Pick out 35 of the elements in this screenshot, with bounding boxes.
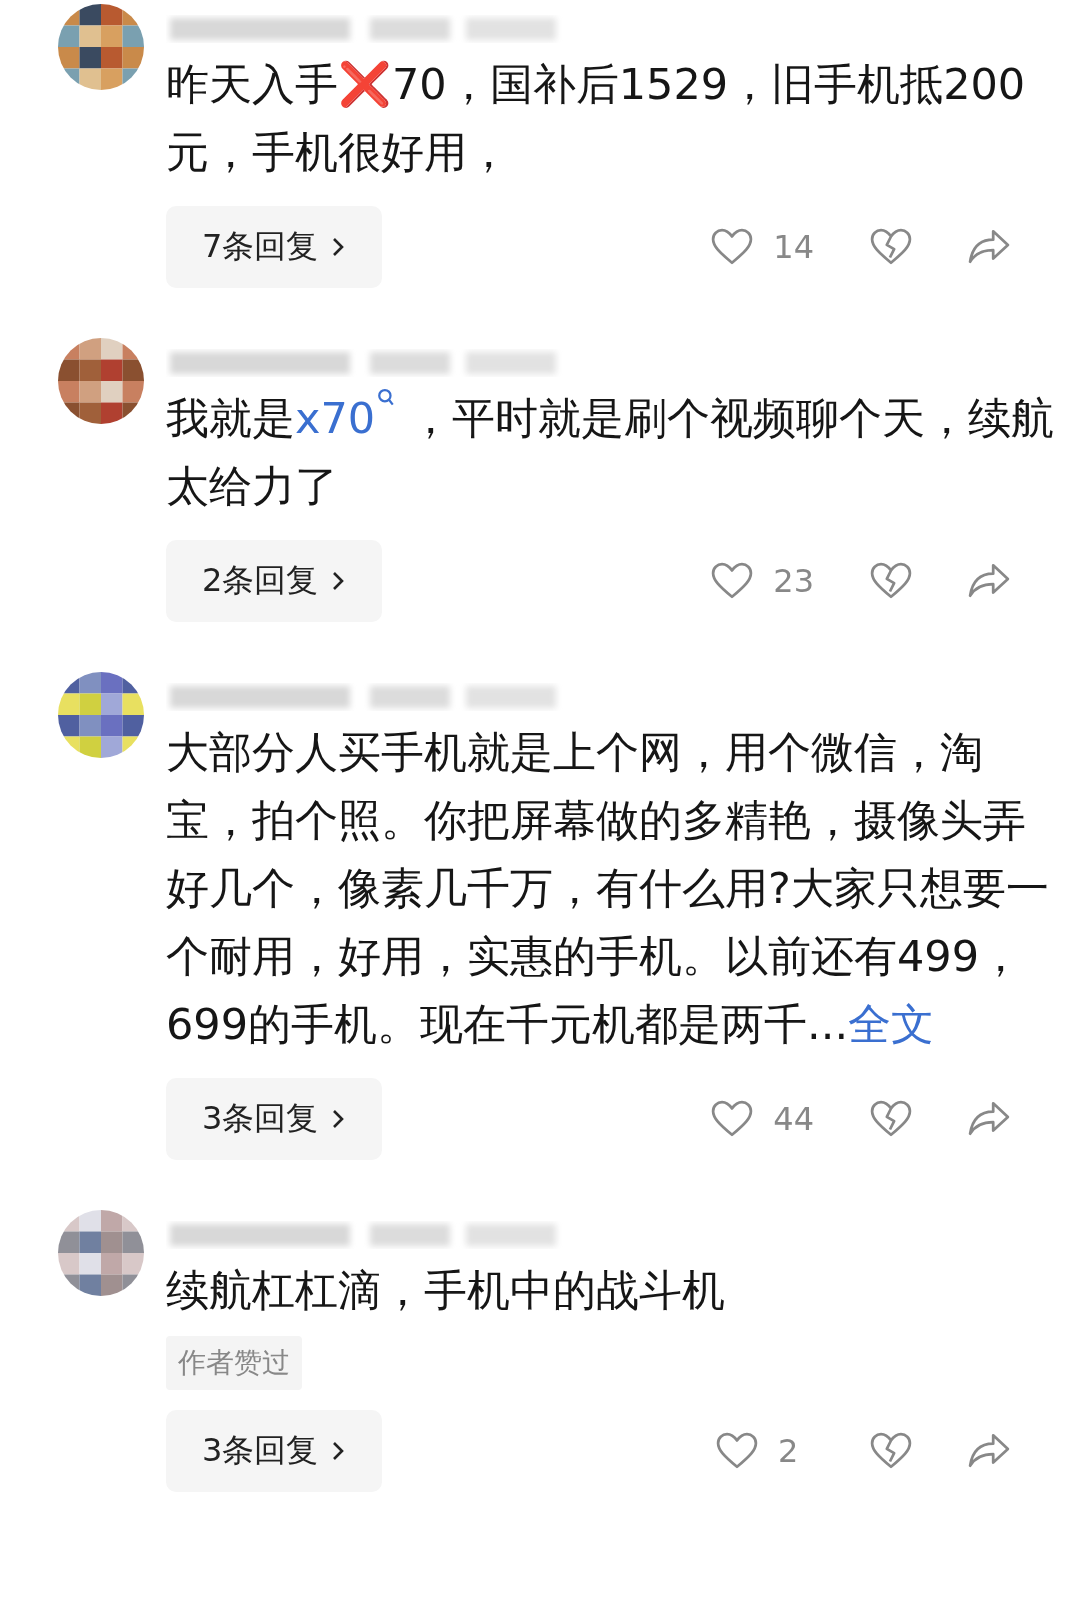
broken-heart-icon[interactable]	[870, 1432, 912, 1470]
comment-text: 我就是x70 ，平时就是刷个视频聊个天，续航太给力了	[166, 384, 1058, 520]
chevron-icon	[332, 237, 345, 257]
broken-heart-icon[interactable]	[870, 562, 912, 600]
heart-icon[interactable]	[716, 1432, 758, 1470]
share-icon[interactable]	[968, 228, 1010, 266]
comment-text: 大部分人买手机就是上个网，用个微信，淘宝，拍个照。你把屏幕做的多精艳，摄像头弄好几个，像素几千万，有什么用?大家只想要一个耐用，好用，实惠的手机。以前还有499，699的手机。现在千元机都是两千...全文	[166, 726, 1050, 1051]
comment-text: 续航杠杠滴，手机中的战斗机	[166, 1264, 726, 1317]
share-icon[interactable]	[968, 1100, 1010, 1138]
broken-heart-icon[interactable]	[870, 228, 912, 266]
like-count: 44	[773, 1100, 814, 1138]
avatar[interactable]	[58, 338, 144, 424]
broken-heart-icon[interactable]	[870, 1100, 912, 1138]
chevron-icon	[332, 1109, 345, 1129]
replies-button[interactable]: 3条回复	[166, 1078, 383, 1160]
like-count: 2	[778, 1432, 800, 1470]
heart-icon[interactable]	[711, 1100, 754, 1138]
comment-text: 昨天入手❌70，国补后1529，旧手机抵200元，手机很好用，	[166, 58, 1027, 179]
heart-icon[interactable]	[711, 228, 754, 266]
like-count: 23	[773, 562, 814, 600]
replies-button[interactable]: 2条回复	[166, 540, 383, 622]
replies-button[interactable]: 3条回复	[166, 1410, 383, 1492]
share-icon[interactable]	[968, 1432, 1010, 1470]
author-liked-badge: 作者赞过	[166, 1336, 302, 1390]
heart-icon[interactable]	[711, 562, 754, 600]
share-icon[interactable]	[968, 562, 1010, 600]
avatar[interactable]	[58, 1210, 144, 1296]
avatar[interactable]	[58, 672, 144, 758]
like-count: 14	[773, 228, 814, 266]
full-text-link[interactable]: 全文	[848, 999, 935, 1049]
chevron-icon	[332, 571, 345, 591]
chevron-icon	[332, 1441, 345, 1461]
avatar[interactable]	[58, 4, 144, 90]
search-link[interactable]: x70	[295, 393, 396, 443]
replies-button[interactable]: 7条回复	[166, 206, 383, 288]
